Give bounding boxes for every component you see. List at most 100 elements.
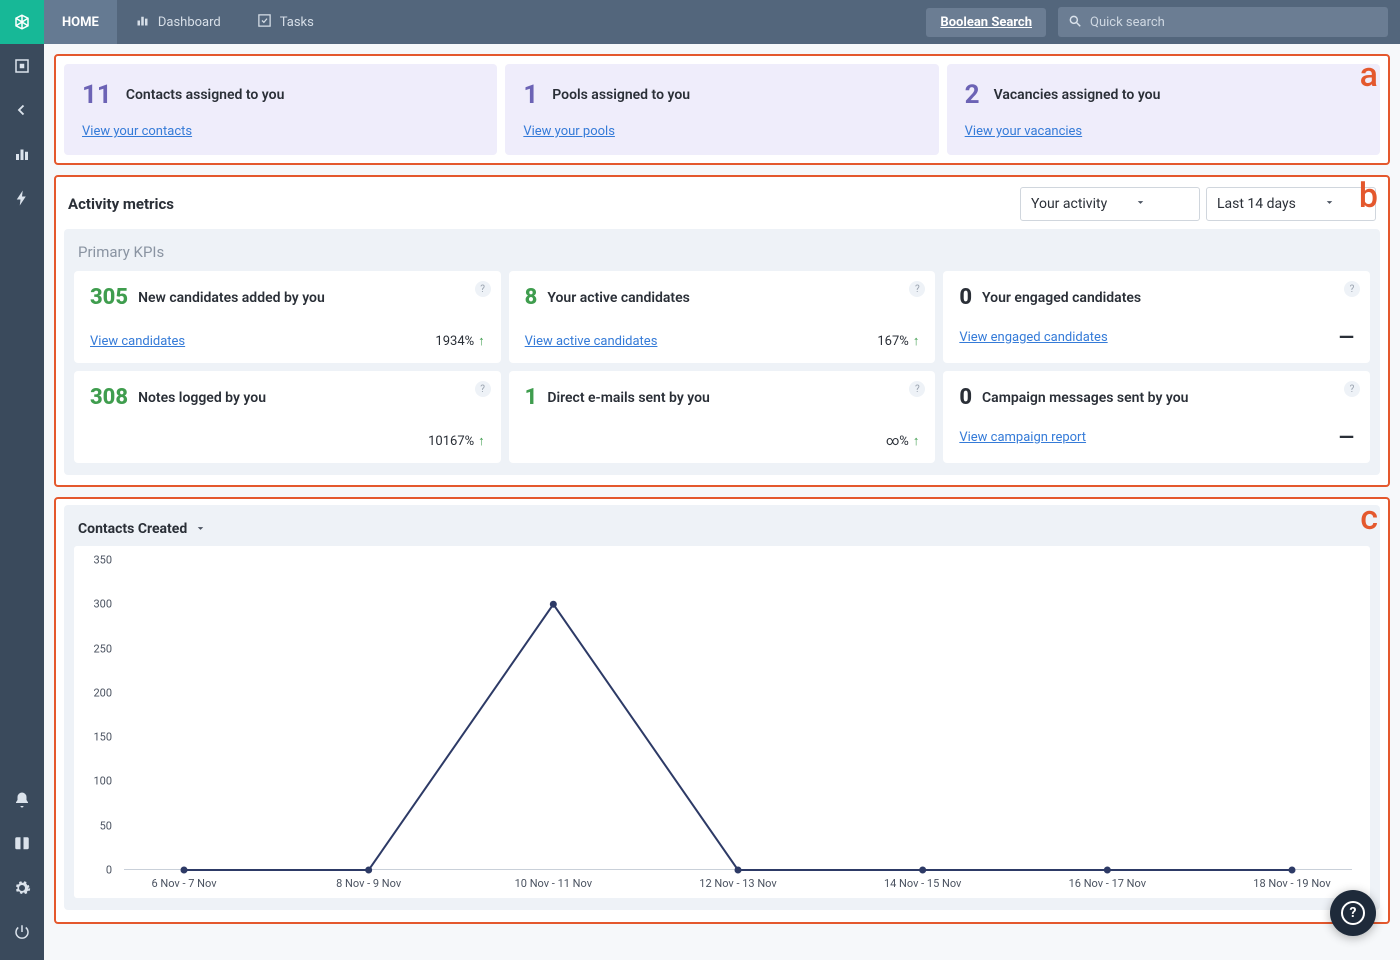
kpi-label: Your engaged candidates [982, 290, 1141, 306]
summary-count: 1 [523, 80, 538, 110]
kpi-link[interactable]: View engaged candidates [959, 330, 1107, 345]
rail-item-bolt-icon[interactable] [0, 176, 44, 220]
app-logo[interactable] [0, 0, 44, 44]
nav-tab-home[interactable]: HOME [44, 0, 117, 44]
kpi-help-icon[interactable]: ? [475, 281, 491, 297]
quick-search-box[interactable] [1058, 7, 1388, 37]
kpi-value: 1 [525, 385, 538, 410]
y-axis-tick: 150 [84, 731, 112, 744]
kpi-card: ? 308 Notes logged by you 10167% ↑ [74, 371, 501, 463]
top-nav: HOME Dashboard Tasks Boolean Search [44, 0, 1400, 44]
summary-count: 11 [82, 80, 112, 110]
kpi-card: ? 0 Campaign messages sent by you View c… [943, 371, 1370, 463]
kpi-link[interactable]: View campaign report [959, 430, 1086, 445]
search-icon [1068, 13, 1082, 32]
help-fab-button[interactable]: ? [1330, 890, 1376, 936]
summary-title: Contacts assigned to you [126, 87, 285, 103]
kpi-help-icon[interactable]: ? [909, 281, 925, 297]
checkbox-icon [257, 13, 272, 32]
y-axis-tick: 50 [84, 819, 112, 832]
kpi-delta: ∞% ↑ [886, 433, 919, 449]
kpi-card: ? 0 Your engaged candidates View engaged… [943, 271, 1370, 363]
x-axis-tick: 6 Nov - 7 Nov [151, 877, 216, 890]
kpi-delta: 10167% ↑ [428, 433, 485, 449]
kpi-value: 8 [525, 285, 538, 310]
section-a-summary: a 11 Contacts assigned to you View your … [54, 54, 1390, 165]
y-axis-tick: 100 [84, 775, 112, 788]
nav-tab-tasks[interactable]: Tasks [239, 0, 332, 44]
kpi-label: Campaign messages sent by you [982, 390, 1188, 406]
x-axis-tick: 12 Nov - 13 Nov [699, 877, 776, 890]
bar-chart-icon [135, 13, 150, 32]
kpi-help-icon[interactable]: ? [1344, 281, 1360, 297]
summary-title: Pools assigned to you [552, 87, 690, 103]
kpi-no-change: — [1339, 325, 1354, 349]
nav-label: Tasks [280, 15, 314, 30]
kpi-help-icon[interactable]: ? [475, 381, 491, 397]
section-b-metrics: b Activity metrics Your activity Last 14… [54, 175, 1390, 487]
nav-label: HOME [62, 15, 99, 30]
dropdown-label: Last 14 days [1217, 196, 1296, 212]
kpi-card: ? 8 Your active candidates View active c… [509, 271, 936, 363]
nav-tab-dashboard[interactable]: Dashboard [117, 0, 239, 44]
summary-link[interactable]: View your pools [523, 124, 615, 139]
rail-item-bell-icon[interactable] [0, 778, 44, 822]
x-axis-tick: 10 Nov - 11 Nov [515, 877, 592, 890]
summary-card: 2 Vacancies assigned to you View your va… [947, 64, 1380, 155]
kpi-value: 308 [90, 385, 128, 410]
rail-item-gear-icon[interactable] [0, 866, 44, 910]
kpi-no-change: — [1339, 425, 1354, 449]
rail-item-chart-icon[interactable] [0, 132, 44, 176]
kpi-delta: 1934% ↑ [435, 333, 484, 349]
chart-metric-dropdown[interactable]: Contacts Created [74, 515, 1370, 546]
section-c-chart: c Contacts Created [54, 497, 1390, 924]
y-axis-tick: 300 [84, 598, 112, 611]
quick-search-input[interactable] [1082, 15, 1378, 30]
boolean-search-button[interactable]: Boolean Search [926, 8, 1046, 37]
kpi-link[interactable]: View active candidates [525, 334, 658, 349]
kpi-link[interactable]: View candidates [90, 334, 185, 349]
chevron-down-icon [1135, 196, 1146, 212]
primary-kpis-heading: Primary KPIs [74, 241, 1370, 271]
x-axis-tick: 8 Nov - 9 Nov [336, 877, 401, 890]
rail-item-square-icon[interactable] [0, 44, 44, 88]
dropdown-label: Your activity [1031, 196, 1107, 212]
y-axis-tick: 350 [84, 554, 112, 567]
rail-item-book-icon[interactable] [0, 822, 44, 866]
y-axis-tick: 250 [84, 642, 112, 655]
kpi-delta: 167% ↑ [877, 333, 919, 349]
arrow-up-icon: ↑ [913, 433, 920, 449]
kpi-help-icon[interactable]: ? [1344, 381, 1360, 397]
chevron-down-icon [1324, 196, 1335, 212]
summary-card: 1 Pools assigned to you View your pools [505, 64, 938, 155]
y-axis-tick: 200 [84, 686, 112, 699]
kpi-label: New candidates added by you [138, 290, 325, 306]
kpi-value: 0 [959, 385, 972, 410]
kpi-value: 305 [90, 285, 128, 310]
chevron-down-icon [195, 519, 206, 538]
summary-title: Vacancies assigned to you [994, 87, 1161, 103]
summary-link[interactable]: View your contacts [82, 124, 192, 139]
kpi-label: Direct e-mails sent by you [547, 390, 710, 406]
left-nav-rail [0, 0, 44, 960]
kpi-card: ? 305 New candidates added by you View c… [74, 271, 501, 363]
summary-card: 11 Contacts assigned to you View your co… [64, 64, 497, 155]
y-axis-tick: 0 [84, 864, 112, 877]
chart-title: Contacts Created [78, 521, 187, 537]
kpi-label: Your active candidates [547, 290, 690, 306]
arrow-up-icon: ↑ [913, 333, 920, 349]
date-range-dropdown[interactable]: Last 14 days [1206, 187, 1376, 221]
activity-metrics-title: Activity metrics [68, 195, 174, 213]
x-axis-tick: 16 Nov - 17 Nov [1069, 877, 1146, 890]
arrow-up-icon: ↑ [478, 333, 485, 349]
rail-item-back-icon[interactable] [0, 88, 44, 132]
kpi-help-icon[interactable]: ? [909, 381, 925, 397]
kpi-label: Notes logged by you [138, 390, 266, 406]
rail-item-power-icon[interactable] [0, 910, 44, 954]
arrow-up-icon: ↑ [478, 433, 485, 449]
activity-scope-dropdown[interactable]: Your activity [1020, 187, 1200, 221]
kpi-card: ? 1 Direct e-mails sent by you ∞% ↑ [509, 371, 936, 463]
x-axis-tick: 14 Nov - 15 Nov [884, 877, 961, 890]
kpi-value: 0 [959, 285, 972, 310]
summary-link[interactable]: View your vacancies [965, 124, 1083, 139]
